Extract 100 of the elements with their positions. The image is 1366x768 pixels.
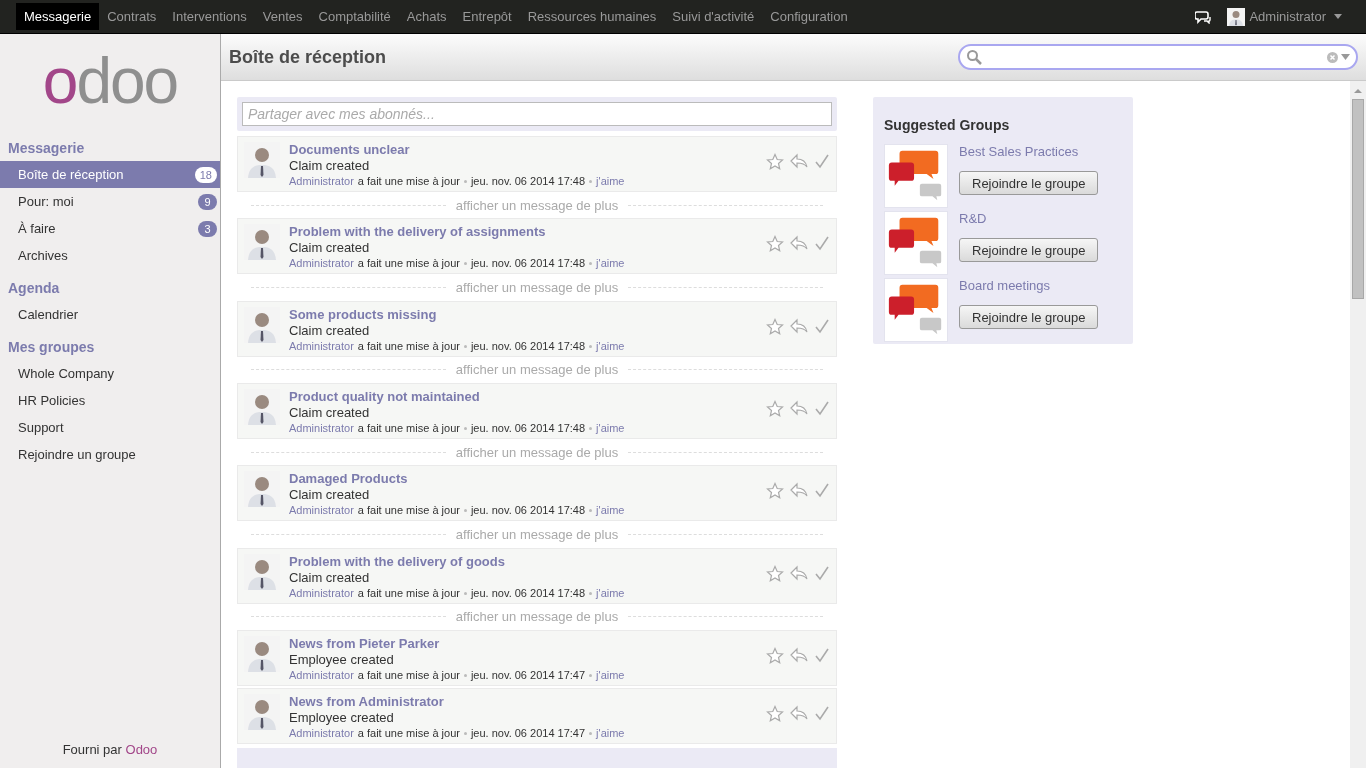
sidebar-item[interactable]: Boîte de réception 18	[0, 161, 220, 188]
action-text: a fait une mise à jour	[357, 421, 460, 436]
join-group-button[interactable]: Rejoindre le groupe	[959, 171, 1099, 195]
sidebar-item[interactable]: HR Policies	[0, 387, 220, 414]
check-icon[interactable]	[814, 235, 830, 252]
check-icon[interactable]	[814, 646, 830, 663]
search-field[interactable]	[958, 44, 1358, 70]
odoo-link[interactable]: Odoo	[125, 742, 158, 757]
menu-item[interactable]: Contrats	[99, 3, 165, 30]
user-menu[interactable]: Administrator	[1227, 7, 1342, 26]
menu-item[interactable]: Comptabilité	[310, 3, 399, 30]
message-title[interactable]: Damaged Products	[289, 471, 757, 488]
bullet-icon	[589, 673, 593, 677]
chat-bubbles-icon	[884, 144, 948, 208]
menu-item[interactable]: Messagerie	[16, 3, 100, 30]
group-name-link[interactable]: Board meetings	[959, 278, 1099, 293]
sidebar-item[interactable]: Archives	[0, 242, 220, 269]
message-title[interactable]: News from Pieter Parker	[289, 635, 757, 652]
count-badge: 9	[198, 193, 217, 210]
sidebar-item[interactable]: Support	[0, 414, 220, 441]
like-link[interactable]: j'aime	[596, 256, 625, 272]
message-title[interactable]: Product quality not maintained	[289, 389, 757, 405]
reply-icon[interactable]	[790, 235, 808, 252]
check-icon[interactable]	[814, 482, 830, 499]
message-title[interactable]: Problem with the delivery of goods	[289, 553, 757, 570]
check-icon[interactable]	[814, 153, 830, 169]
check-icon[interactable]	[814, 704, 830, 721]
action-text: a fait une mise à jour	[357, 585, 460, 601]
like-link[interactable]: j'aime	[596, 421, 625, 436]
like-link[interactable]: j'aime	[596, 725, 625, 741]
message-title[interactable]: Documents unclear	[289, 142, 757, 158]
reply-icon[interactable]	[790, 400, 808, 416]
author-link[interactable]: Administrator	[289, 338, 354, 354]
menu-item[interactable]: Interventions	[164, 3, 255, 30]
sidebar-item[interactable]: Rejoindre un groupe	[0, 441, 220, 468]
message-text: Claim created	[289, 240, 371, 257]
show-more-link[interactable]: afficher un message de plus	[455, 526, 619, 542]
reply-icon[interactable]	[790, 482, 808, 499]
scrollbar[interactable]	[1350, 81, 1366, 768]
star-icon[interactable]	[766, 400, 784, 418]
sidebar-item[interactable]: À faire 3	[0, 215, 220, 242]
check-icon[interactable]	[814, 317, 830, 334]
author-link[interactable]: Administrator	[289, 421, 354, 436]
group-name-link[interactable]: R&D	[959, 211, 1099, 226]
author-link[interactable]: Administrator	[289, 725, 354, 741]
show-more-link[interactable]: afficher un message de plus	[455, 280, 619, 295]
check-icon[interactable]	[814, 564, 830, 581]
like-link[interactable]: j'aime	[596, 174, 625, 189]
reply-icon[interactable]	[790, 317, 808, 334]
menu-item[interactable]: Ressources humaines	[519, 3, 665, 30]
sidebar-item[interactable]: Whole Company	[0, 360, 220, 387]
reply-icon[interactable]	[790, 646, 808, 663]
like-link[interactable]: j'aime	[596, 503, 625, 519]
star-icon[interactable]	[766, 235, 784, 254]
message-title[interactable]: Problem with the delivery of assignments	[289, 224, 757, 241]
message-text: Claim created	[289, 158, 371, 174]
scrollbar-thumb[interactable]	[1352, 99, 1364, 299]
like-link[interactable]: j'aime	[596, 338, 625, 354]
star-icon[interactable]	[766, 482, 784, 501]
section-heading: Messagerie	[7, 139, 86, 158]
share-field[interactable]: Partager avec mes abonnés...	[242, 102, 832, 126]
join-group-button[interactable]: Rejoindre le groupe	[959, 238, 1099, 262]
message-title[interactable]: News from Administrator	[289, 693, 757, 710]
logo[interactable]: odoo	[0, 34, 220, 129]
star-icon[interactable]	[766, 564, 784, 583]
menu-item[interactable]: Entrepôt	[454, 3, 520, 30]
message-title[interactable]: Some products missing	[289, 306, 757, 323]
reply-icon[interactable]	[790, 564, 808, 581]
reply-icon[interactable]	[790, 153, 808, 169]
check-icon[interactable]	[814, 400, 830, 416]
show-more-link[interactable]: afficher un message de plus	[455, 609, 619, 625]
show-more-link[interactable]: afficher un message de plus	[455, 362, 619, 378]
menu-item[interactable]: Achats	[398, 3, 455, 30]
reply-icon[interactable]	[790, 704, 808, 721]
like-link[interactable]: j'aime	[596, 585, 625, 601]
star-icon[interactable]	[766, 153, 784, 171]
action-text: a fait une mise à jour	[357, 256, 460, 272]
menu-item[interactable]: Suivi d'activité	[664, 3, 763, 30]
star-icon[interactable]	[766, 704, 784, 723]
star-icon[interactable]	[766, 646, 784, 665]
dropdown-caret-icon[interactable]	[1341, 54, 1350, 60]
chat-icon[interactable]	[1195, 9, 1212, 24]
author-link[interactable]: Administrator	[289, 174, 354, 189]
author-link[interactable]: Administrator	[289, 585, 354, 601]
clear-icon[interactable]	[1327, 51, 1338, 63]
author-link[interactable]: Administrator	[289, 256, 354, 272]
star-icon[interactable]	[766, 317, 784, 336]
sidebar-item[interactable]: Pour: moi 9	[0, 188, 220, 215]
group-name-link[interactable]: Best Sales Practices	[959, 144, 1099, 159]
message-date: jeu. nov. 06 2014 17:48	[470, 421, 586, 436]
show-more-link[interactable]: afficher un message de plus	[455, 444, 619, 460]
author-link[interactable]: Administrator	[289, 667, 354, 683]
sidebar-item[interactable]: Calendrier	[0, 301, 220, 328]
like-link[interactable]: j'aime	[596, 667, 625, 683]
bullet-icon	[589, 591, 593, 595]
menu-item[interactable]: Ventes	[254, 3, 311, 30]
show-more-link[interactable]: afficher un message de plus	[455, 197, 619, 213]
join-group-button[interactable]: Rejoindre le groupe	[959, 305, 1099, 329]
menu-item[interactable]: Configuration	[762, 3, 856, 30]
author-link[interactable]: Administrator	[289, 503, 354, 519]
